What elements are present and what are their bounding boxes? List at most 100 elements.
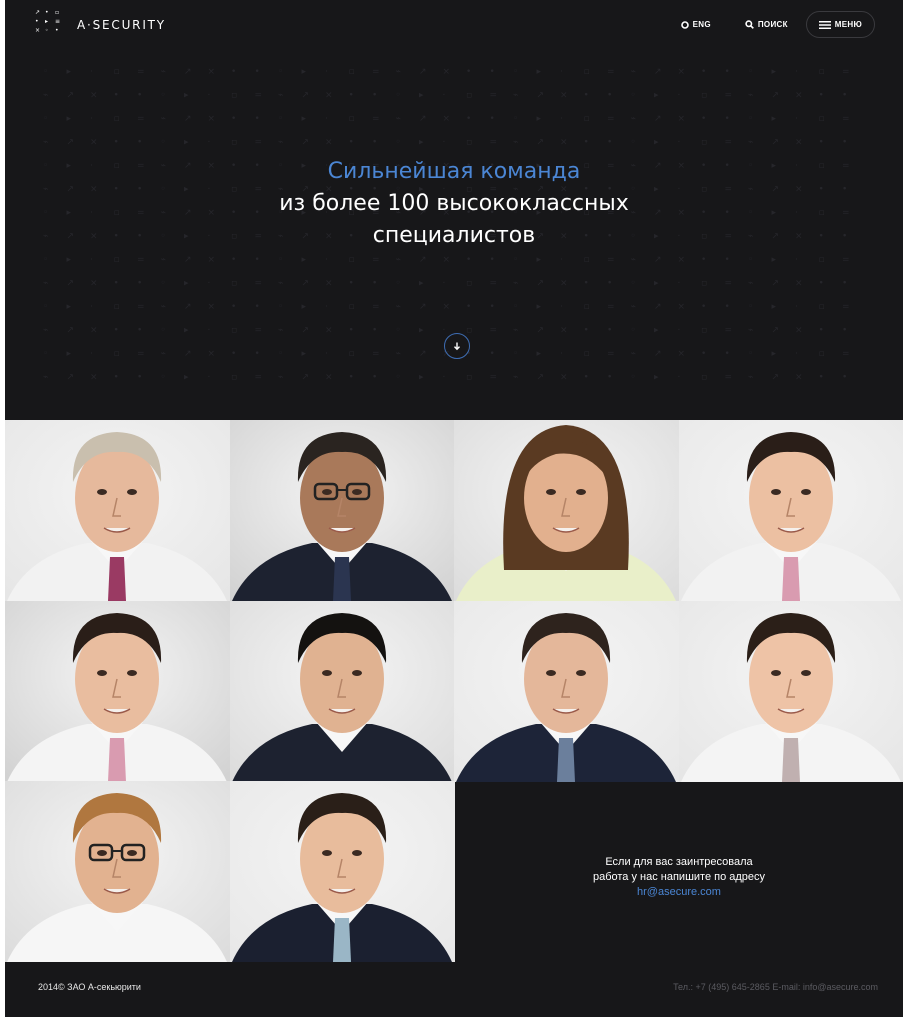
svg-text:·: · — [325, 255, 328, 265]
svg-text:·: · — [560, 349, 563, 359]
svg-text:▫: ▫ — [819, 302, 825, 312]
careers-email-link[interactable]: hr@asecure.com — [455, 885, 903, 900]
svg-text:•: • — [701, 349, 706, 359]
svg-text:⌁: ⌁ — [396, 114, 401, 124]
svg-text:·: · — [90, 114, 93, 124]
svg-text:▸: ▸ — [67, 255, 72, 265]
svg-text:×: × — [90, 279, 98, 289]
svg-text:↗: ↗ — [772, 91, 780, 101]
svg-text:▸: ▸ — [654, 91, 659, 101]
svg-text:⌁: ⌁ — [396, 67, 401, 77]
svg-text:◦: ◦ — [396, 91, 401, 101]
svg-text:•: • — [490, 255, 495, 265]
menu-button[interactable]: МЕНЮ — [805, 11, 875, 38]
svg-text:⌁: ⌁ — [631, 255, 636, 265]
svg-text:•: • — [701, 114, 706, 124]
svg-text:=: = — [255, 279, 263, 289]
team-member-photo — [5, 600, 230, 782]
svg-text:×: × — [208, 114, 216, 124]
svg-text:•: • — [466, 67, 471, 77]
svg-text:·: · — [678, 91, 681, 101]
scroll-down-button[interactable] — [444, 333, 470, 359]
svg-text:=: = — [372, 349, 380, 359]
svg-text:↗: ↗ — [184, 302, 192, 312]
arrow-down-icon — [453, 342, 461, 351]
svg-text:▫: ▫ — [231, 373, 237, 383]
svg-text:•: • — [255, 349, 260, 359]
svg-text:↗: ↗ — [67, 138, 75, 148]
svg-text:=: = — [842, 302, 850, 312]
team-member-photo — [454, 600, 679, 782]
svg-text:◦: ◦ — [631, 326, 636, 336]
footer: 2014© ЗАО А-секьюрити Тел.: +7 (495) 645… — [5, 962, 903, 1017]
svg-text:•: • — [584, 91, 589, 101]
svg-text:•: • — [607, 279, 612, 289]
svg-text:⌁: ⌁ — [513, 373, 518, 383]
svg-text:▸: ▸ — [772, 114, 777, 124]
svg-text:▫: ▫ — [349, 67, 355, 77]
svg-text:▫: ▫ — [114, 67, 120, 77]
svg-text:↗: ↗ — [67, 279, 75, 289]
svg-text:⌁: ⌁ — [161, 302, 166, 312]
svg-text:×: × — [795, 279, 803, 289]
svg-text:·: · — [795, 349, 798, 359]
svg-text:×: × — [443, 302, 451, 312]
svg-text:▫: ▫ — [701, 279, 707, 289]
svg-text:◦: ◦ — [396, 373, 401, 383]
svg-text:▫: ▫ — [114, 114, 120, 124]
svg-text:·: · — [90, 255, 93, 265]
search-icon — [745, 20, 754, 29]
svg-text:▸: ▸ — [419, 326, 424, 336]
svg-text:▸: ▸ — [654, 279, 659, 289]
svg-text:•: • — [490, 349, 495, 359]
svg-text:▸: ▸ — [67, 114, 72, 124]
svg-text:↗: ↗ — [302, 91, 310, 101]
svg-text:▫: ▫ — [349, 255, 355, 265]
svg-text:⌁: ⌁ — [396, 302, 401, 312]
svg-text:↗: ↗ — [772, 138, 780, 148]
svg-text:⌁: ⌁ — [748, 279, 753, 289]
logo[interactable]: ↗ • ▫ • ▸ ≡ × ◦ • A·SECURITY — [35, 10, 166, 40]
svg-text:▸: ▸ — [184, 279, 189, 289]
svg-text:▫: ▫ — [584, 302, 590, 312]
svg-text:=: = — [255, 326, 263, 336]
svg-text:=: = — [725, 279, 733, 289]
hero-heading: Сильнейшая команда из более 100 высококл… — [5, 156, 903, 252]
svg-text:◦: ◦ — [513, 255, 518, 265]
svg-text:◦: ◦ — [161, 279, 166, 289]
svg-text:•: • — [584, 138, 589, 148]
logo-mark-icon: ↗ • ▫ • ▸ ≡ × ◦ • — [35, 9, 61, 34]
svg-text:×: × — [325, 279, 333, 289]
svg-text:◦: ◦ — [513, 349, 518, 359]
svg-text:⌁: ⌁ — [513, 326, 518, 336]
svg-text:•: • — [466, 255, 471, 265]
svg-text:◦: ◦ — [43, 114, 48, 124]
svg-text:◦: ◦ — [278, 302, 283, 312]
svg-text:▸: ▸ — [772, 255, 777, 265]
svg-text:⌁: ⌁ — [161, 255, 166, 265]
search-button[interactable]: ПОИСК — [745, 20, 788, 29]
svg-text:▸: ▸ — [537, 255, 542, 265]
svg-text:↗: ↗ — [654, 349, 662, 359]
svg-text:=: = — [607, 67, 615, 77]
svg-text:•: • — [349, 138, 354, 148]
svg-text:•: • — [842, 279, 847, 289]
svg-text:⌁: ⌁ — [161, 67, 166, 77]
svg-text:×: × — [560, 326, 568, 336]
svg-text:•: • — [137, 373, 142, 383]
svg-text:•: • — [584, 326, 589, 336]
svg-text:↗: ↗ — [67, 326, 75, 336]
svg-text:=: = — [842, 349, 850, 359]
svg-text:↗: ↗ — [302, 326, 310, 336]
svg-text:↗: ↗ — [419, 114, 427, 124]
hero-line-1: Сильнейшая команда — [327, 159, 581, 184]
svg-text:▫: ▫ — [819, 349, 825, 359]
svg-text:×: × — [443, 114, 451, 124]
svg-text:•: • — [137, 279, 142, 289]
svg-text:•: • — [842, 91, 847, 101]
svg-text:·: · — [443, 279, 446, 289]
language-switch[interactable]: ENG — [680, 20, 711, 29]
svg-text:◦: ◦ — [161, 373, 166, 383]
svg-text:•: • — [231, 349, 236, 359]
svg-text:•: • — [137, 91, 142, 101]
